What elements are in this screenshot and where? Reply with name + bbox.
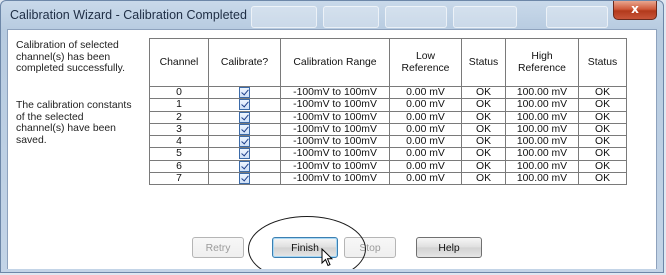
status-high-cell: OK [578,159,627,173]
range-cell: -100mV to 100mV [280,159,390,173]
calibration-wizard-window: Calibration Wizard - Calibration Complet… [0,0,664,273]
range-cell: -100mV to 100mV [280,85,390,100]
status-low-cell: OK [461,85,506,100]
table-header-row: Channel Calibrate? Calibration Range Low… [149,38,627,87]
high-reference-cell: 100.00 mV [505,122,579,137]
header-channel: Channel [149,38,209,87]
high-reference-cell: 100.00 mV [505,110,579,124]
calibrate-checkbox[interactable] [239,87,250,98]
window-bottom-border [1,269,663,272]
help-button[interactable]: Help [416,237,482,258]
low-reference-cell: 0.00 mV [389,110,462,124]
channel-cell: 5 [149,147,209,161]
range-cell: -100mV to 100mV [280,171,390,186]
status-low-cell: OK [461,134,506,149]
table-row: 4 -100mV to 100mV 0.00 mV OK 100.00 mV OK [149,134,627,149]
status-high-cell: OK [578,110,627,124]
calibrate-cell [208,171,281,186]
low-reference-cell: 0.00 mV [389,134,462,149]
low-reference-cell: 0.00 mV [389,159,462,173]
background-tab-ghost [323,6,379,28]
calibrate-checkbox[interactable] [239,172,250,184]
range-cell: -100mV to 100mV [280,122,390,137]
retry-button[interactable]: Retry [192,237,244,258]
channel-cell: 2 [149,110,209,124]
status-high-cell: OK [578,171,627,186]
arrow-cursor-icon [321,248,333,267]
high-reference-cell: 100.00 mV [505,147,579,161]
table-row: 5 -100mV to 100mV 0.00 mV OK 100.00 mV OK [149,147,627,161]
header-calibration-range: Calibration Range [280,38,390,87]
channel-cell: 6 [149,159,209,173]
background-tab-ghost [251,6,317,28]
calibrate-checkbox[interactable] [239,136,250,147]
background-tab-ghost [385,6,447,28]
channel-cell: 4 [149,134,209,149]
calibrate-checkbox[interactable] [239,99,250,111]
calibrate-cell [208,147,281,161]
table-row: 6 -100mV to 100mV 0.00 mV OK 100.00 mV OK [149,159,627,173]
high-reference-cell: 100.00 mV [505,134,579,149]
completed-message: Calibration of selected channel(s) has b… [16,40,125,74]
background-tab-ghost [546,6,608,28]
calibrate-cell [208,159,281,173]
table-row: 1 -100mV to 100mV 0.00 mV OK 100.00 mV OK [149,98,627,112]
background-tab-ghost [453,6,517,28]
calibrate-cell [208,85,281,100]
high-reference-cell: 100.00 mV [505,85,579,100]
calibrate-checkbox[interactable] [239,111,250,123]
status-high-cell: OK [578,122,627,137]
calibrate-checkbox[interactable] [239,148,250,160]
close-icon: x [631,2,639,16]
header-status-high: Status [578,38,627,87]
high-reference-cell: 100.00 mV [505,171,579,186]
calibrate-cell [208,110,281,124]
high-reference-cell: 100.00 mV [505,98,579,112]
low-reference-cell: 0.00 mV [389,171,462,186]
calibrate-checkbox[interactable] [239,123,250,135]
status-low-cell: OK [461,98,506,112]
channel-cell: 3 [149,122,209,137]
table-row: 3 -100mV to 100mV 0.00 mV OK 100.00 mV OK [149,122,627,137]
header-low-reference: Low Reference [389,38,462,87]
status-high-cell: OK [578,147,627,161]
range-cell: -100mV to 100mV [280,147,390,161]
channel-cell: 1 [149,98,209,112]
status-low-cell: OK [461,122,506,137]
status-low-cell: OK [461,159,506,173]
channel-cell: 7 [149,171,209,186]
table-row: 0 -100mV to 100mV 0.00 mV OK 100.00 mV OK [149,85,627,100]
high-reference-cell: 100.00 mV [505,159,579,173]
range-cell: -100mV to 100mV [280,110,390,124]
highlight-ellipse [248,216,366,272]
range-cell: -100mV to 100mV [280,98,390,112]
status-low-cell: OK [461,110,506,124]
range-cell: -100mV to 100mV [280,134,390,149]
low-reference-cell: 0.00 mV [389,122,462,137]
status-low-cell: OK [461,171,506,186]
wizard-content-panel: Calibration of selected channel(s) has b… [7,29,657,272]
calibrate-checkbox[interactable] [239,160,250,172]
low-reference-cell: 0.00 mV [389,98,462,112]
title-bar[interactable]: Calibration Wizard - Calibration Complet… [1,1,663,29]
status-low-cell: OK [461,147,506,161]
calibrate-cell [208,134,281,149]
low-reference-cell: 0.00 mV [389,147,462,161]
status-high-cell: OK [578,85,627,100]
window-title: Calibration Wizard - Calibration Complet… [10,8,247,22]
table-row: 7 -100mV to 100mV 0.00 mV OK 100.00 mV OK [149,171,627,186]
status-high-cell: OK [578,98,627,112]
header-status-low: Status [461,38,506,87]
calibrate-cell [208,122,281,137]
table-row: 2 -100mV to 100mV 0.00 mV OK 100.00 mV OK [149,110,627,124]
close-button[interactable]: x [613,1,657,20]
status-high-cell: OK [578,134,627,149]
calibrate-cell [208,98,281,112]
header-calibrate: Calibrate? [208,38,281,87]
saved-message: The calibration constants of the selecte… [16,100,132,146]
header-high-reference: High Reference [505,38,579,87]
calibration-results-table: Channel Calibrate? Calibration Range Low… [149,38,627,186]
low-reference-cell: 0.00 mV [389,85,462,100]
channel-cell: 0 [149,85,209,100]
